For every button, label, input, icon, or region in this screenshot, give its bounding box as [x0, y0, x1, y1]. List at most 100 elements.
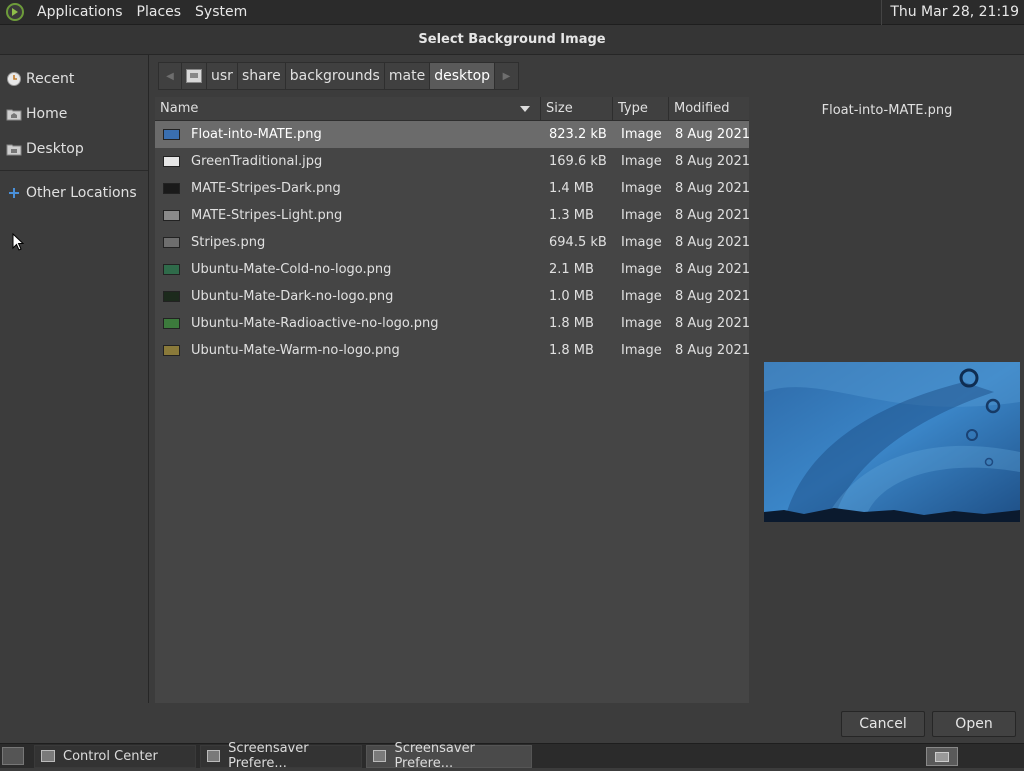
file-size: 1.4 MB: [549, 181, 594, 196]
column-header-name[interactable]: Name: [155, 97, 541, 121]
screensaver-icon: [373, 750, 387, 762]
home-folder-icon: [6, 106, 22, 122]
workspace-window-icon: [935, 751, 949, 762]
mate-logo-icon[interactable]: [6, 3, 24, 21]
workspace-switcher[interactable]: [926, 747, 958, 766]
places-menu[interactable]: Places: [130, 4, 189, 20]
path-segment-usr[interactable]: usr: [207, 62, 238, 90]
file-type: Image: [621, 181, 662, 196]
file-size: 169.6 kB: [549, 154, 607, 169]
file-type: Image: [621, 208, 662, 223]
control-center-icon: [41, 750, 55, 762]
file-name-cell: MATE-Stripes-Light.png: [155, 202, 541, 229]
image-thumbnail-icon: [163, 129, 180, 140]
mouse-cursor-icon: [12, 233, 24, 251]
file-name-cell: Ubuntu-Mate-Warm-no-logo.png: [155, 337, 541, 364]
file-row[interactable]: Ubuntu-Mate-Radioactive-no-logo.png 1.8 M…: [155, 310, 749, 337]
file-row[interactable]: Ubuntu-Mate-Warm-no-logo.png 1.8 MB Image 8…: [155, 337, 749, 364]
file-type: Image: [621, 262, 662, 277]
taskbar-item-label: Control Center: [63, 748, 158, 764]
file-size: 1.3 MB: [549, 208, 594, 223]
file-row[interactable]: Ubuntu-Mate-Dark-no-logo.png 1.0 MB Image 8…: [155, 283, 749, 310]
file-type: Image: [621, 154, 662, 169]
file-name: MATE-Stripes-Dark.png: [191, 181, 341, 196]
path-segment-mate[interactable]: mate: [384, 62, 431, 90]
file-row[interactable]: MATE-Stripes-Light.png 1.3 MB Image 8 Aug 2…: [155, 202, 749, 229]
file-row[interactable]: MATE-Stripes-Dark.png 1.4 MB Image 8 Aug 20…: [155, 175, 749, 202]
file-name: Float-into-MATE.png: [191, 127, 322, 142]
file-type: Image: [621, 343, 662, 358]
taskbar-item-screensaver-active[interactable]: Screensaver Prefere...: [366, 741, 532, 771]
file-type: Image: [621, 127, 662, 142]
file-modified: 8 Aug 2021: [675, 235, 749, 250]
file-row[interactable]: GreenTraditional.jpg 169.6 kB Image 8 Aug 2…: [155, 148, 749, 175]
file-size: 2.1 MB: [549, 262, 594, 277]
taskbar-item-label: Screensaver Prefere...: [394, 741, 475, 771]
sidebar-item-desktop[interactable]: Desktop: [0, 131, 148, 166]
file-row[interactable]: Stripes.png 694.5 kB Image 8 Aug 2021: [155, 229, 749, 256]
file-rows: Float-into-MATE.png 823.2 kB Image 8 Aug 20…: [155, 121, 749, 364]
screensaver-icon: [207, 750, 221, 762]
column-header-size[interactable]: Size: [541, 97, 613, 121]
file-row[interactable]: Float-into-MATE.png 823.2 kB Image 8 Aug 20…: [155, 121, 749, 148]
image-thumbnail-icon: [163, 183, 180, 194]
file-chooser-dialog: Select Background Image Recent Home Desk…: [0, 25, 1024, 743]
column-header-label: Name: [160, 101, 199, 116]
image-thumbnail-icon: [163, 264, 180, 275]
taskbar-item-control-center[interactable]: Control Center: [34, 744, 196, 768]
bottom-panel: Control Center Screensaver Prefere... Sc…: [0, 741, 1024, 771]
file-type: Image: [621, 316, 662, 331]
sidebar-item-label: Other Locations: [26, 184, 137, 201]
image-thumbnail-icon: [163, 210, 180, 221]
sidebar-item-recent[interactable]: Recent: [0, 61, 148, 96]
file-name: Ubuntu-Mate-Radioactive-no-logo.png: [191, 316, 439, 331]
file-modified: 8 Aug 2021: [675, 289, 749, 304]
path-scroll-left-icon[interactable]: ◀: [158, 62, 182, 90]
desktop-folder-icon: [6, 141, 22, 157]
recent-icon: [6, 71, 22, 87]
sidebar-item-label: Recent: [26, 70, 75, 87]
image-thumbnail-icon: [163, 318, 180, 329]
file-name-cell: Ubuntu-Mate-Radioactive-no-logo.png: [155, 310, 541, 337]
file-list: Name Size Type Modified Float-into-MATE.…: [155, 97, 749, 703]
sidebar-item-other-locations[interactable]: Other Locations: [0, 175, 148, 210]
path-segment-backgrounds[interactable]: backgrounds: [285, 62, 385, 90]
taskbar-item-screensaver[interactable]: Screensaver Prefere...: [200, 741, 362, 771]
system-menu[interactable]: System: [188, 4, 254, 20]
file-size: 1.8 MB: [549, 343, 594, 358]
cancel-button[interactable]: Cancel: [841, 711, 925, 737]
path-scroll-right-icon[interactable]: ▶: [495, 62, 520, 90]
sidebar-separator: [0, 170, 148, 171]
applications-menu[interactable]: Applications: [30, 4, 130, 20]
path-segment-desktop[interactable]: desktop: [430, 62, 496, 90]
sidebar-item-label: Home: [26, 105, 68, 122]
column-header-type[interactable]: Type: [613, 97, 669, 121]
path-segment-share[interactable]: share: [237, 62, 286, 90]
file-row[interactable]: Ubuntu-Mate-Cold-no-logo.png 2.1 MB Image 8…: [155, 256, 749, 283]
file-type: Image: [621, 289, 662, 304]
file-name: Ubuntu-Mate-Dark-no-logo.png: [191, 289, 394, 304]
sidebar-item-home[interactable]: Home: [0, 96, 148, 131]
image-thumbnail-icon: [163, 156, 180, 167]
file-name-cell: GreenTraditional.jpg: [155, 148, 541, 175]
image-thumbnail-icon: [163, 345, 180, 356]
file-modified: 8 Aug 2021: [675, 127, 749, 142]
file-name: Ubuntu-Mate-Warm-no-logo.png: [191, 343, 400, 358]
open-button[interactable]: Open: [932, 711, 1016, 737]
file-size: 1.0 MB: [549, 289, 594, 304]
file-name: Ubuntu-Mate-Cold-no-logo.png: [191, 262, 392, 277]
column-header-modified[interactable]: Modified: [669, 97, 749, 121]
preview-pane: Float-into-MATE.png: [750, 97, 1024, 703]
file-modified: 8 Aug 2021: [675, 208, 749, 223]
panel-clock[interactable]: Thu Mar 28, 21:19: [881, 0, 1024, 25]
preview-image: [764, 362, 1020, 522]
plus-icon: [6, 185, 22, 201]
places-sidebar: Recent Home Desktop Other Locations: [0, 55, 149, 703]
file-name: Stripes.png: [191, 235, 266, 250]
show-desktop-icon[interactable]: [2, 747, 24, 765]
file-name-cell: MATE-Stripes-Dark.png: [155, 175, 541, 202]
drive-icon: [186, 69, 202, 83]
path-bar: ◀ usr share backgrounds mate desktop ▶: [158, 62, 520, 90]
path-root-button[interactable]: [182, 62, 207, 90]
file-modified: 8 Aug 2021: [675, 316, 749, 331]
